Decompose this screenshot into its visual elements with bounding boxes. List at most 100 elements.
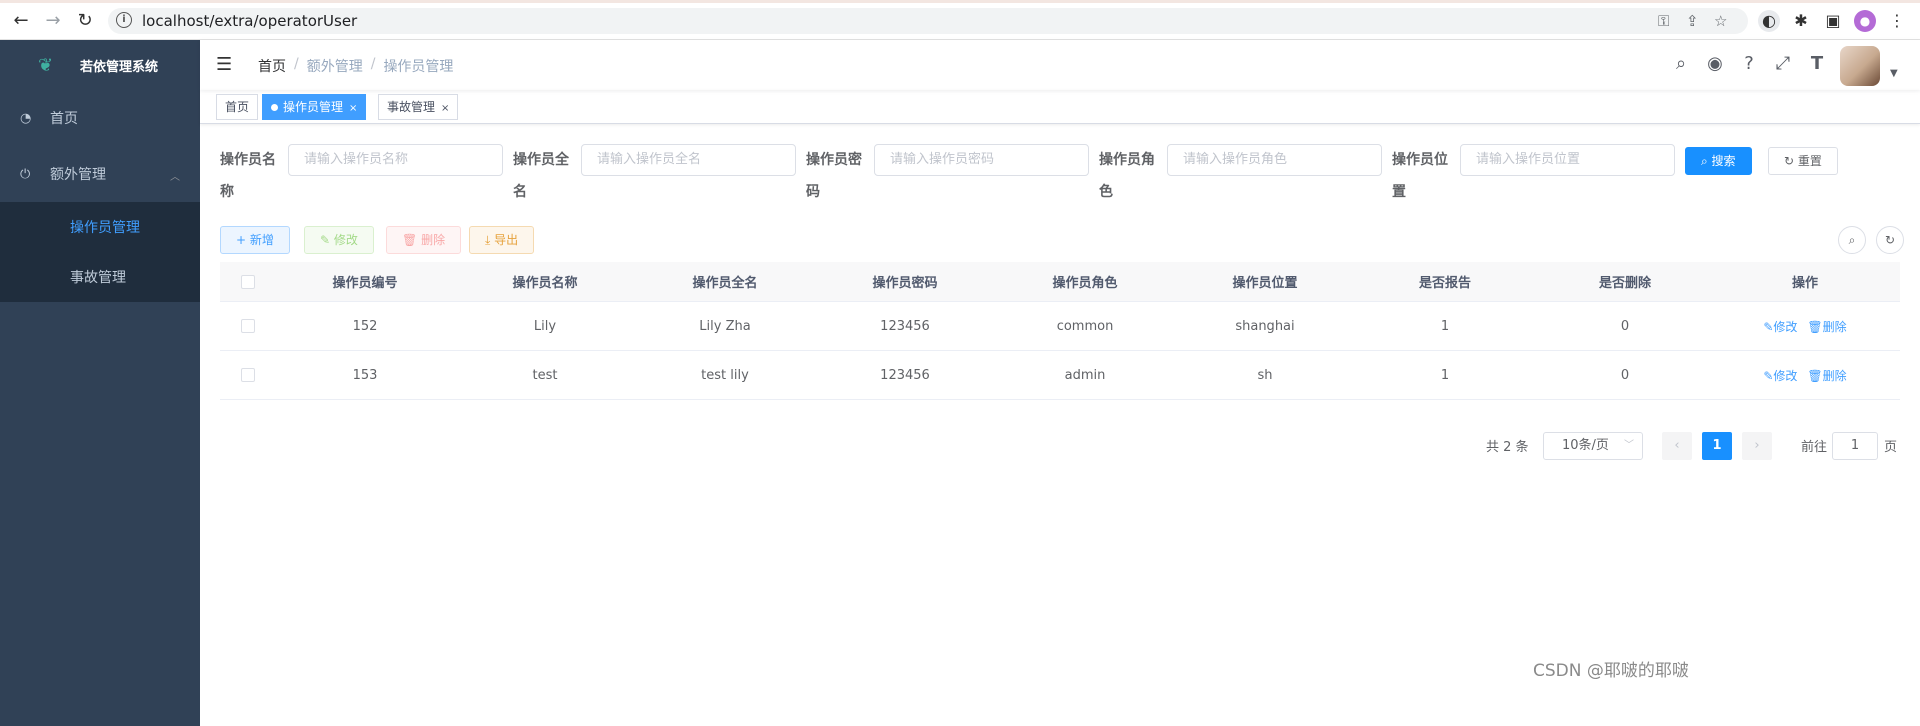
sidebar-item-operator[interactable]: 操作员管理 xyxy=(0,202,200,252)
sidebar-item-extra[interactable]: ⏻ 额外管理 ︿ xyxy=(0,146,200,202)
export-button[interactable]: ⤓ 导出 xyxy=(469,226,535,254)
delete-button-label: 删除 xyxy=(421,233,446,247)
operator-password-input[interactable]: 请输入操作员密码 xyxy=(874,144,1089,176)
column-header: 操作员角色 xyxy=(1052,276,1118,291)
row-checkbox[interactable] xyxy=(240,319,255,333)
operator-role-input[interactable]: 请输入操作员角色 xyxy=(1167,144,1382,176)
table-cell: 152 xyxy=(352,318,378,334)
font-size-icon[interactable]: T xyxy=(1806,53,1828,75)
chevron-down-icon: ﹀ xyxy=(1624,440,1634,451)
watermark: CSDN @耶啵的耶啵 xyxy=(1533,661,1689,681)
next-page-button[interactable]: › xyxy=(1742,432,1772,460)
sidebar-item-incident[interactable]: 事故管理 xyxy=(0,252,200,302)
forward-icon[interactable]: → xyxy=(42,10,64,32)
row-delete-link[interactable]: 🗑删除 xyxy=(1807,367,1846,384)
breadcrumb-home[interactable]: 首页 xyxy=(258,56,286,76)
tag-home[interactable]: 首页 xyxy=(216,94,259,120)
breadcrumb-separator: / xyxy=(370,56,376,72)
export-button-label: 导出 xyxy=(494,233,519,247)
search-button[interactable]: ⌕ 搜索 xyxy=(1685,147,1752,175)
help-icon[interactable]: ? xyxy=(1738,53,1760,75)
github-icon[interactable]: ◉ xyxy=(1704,53,1726,75)
row-delete-label: 删除 xyxy=(1822,368,1847,383)
app-title: 若依管理系统 xyxy=(80,59,159,75)
star-icon[interactable]: ☆ xyxy=(1714,12,1727,30)
download-icon: ⤓ xyxy=(485,233,495,247)
row-edit-label: 修改 xyxy=(1773,368,1798,383)
site-info-icon[interactable]: i xyxy=(116,12,132,28)
tag-incident[interactable]: 事故管理 × xyxy=(378,94,459,120)
trash-icon: 🗑 xyxy=(1807,319,1823,334)
avatar[interactable] xyxy=(1840,46,1880,86)
sidebar-item-home[interactable]: ◔ 首页 xyxy=(0,90,200,146)
row-edit-label: 修改 xyxy=(1773,319,1798,334)
share-icon[interactable]: ⇪ xyxy=(1686,12,1699,30)
sidebar-logo[interactable]: ❦ 若依管理系统 xyxy=(0,40,200,90)
edit-icon: ✎ xyxy=(320,233,334,247)
row-edit-link[interactable]: ✎修改 xyxy=(1763,367,1797,384)
add-button[interactable]: + 新增 xyxy=(220,226,290,254)
refresh-icon: ↻ xyxy=(1884,233,1896,247)
page-number-button[interactable]: 1 xyxy=(1702,432,1732,460)
column-header: 操作员名称 xyxy=(512,276,578,291)
row-delete-label: 删除 xyxy=(1822,319,1847,334)
table-cell: 123456 xyxy=(880,367,930,383)
goto-page-input[interactable]: 1 xyxy=(1832,432,1878,460)
key-icon[interactable]: ⚿ xyxy=(1658,12,1669,30)
operator-location-input[interactable]: 请输入操作员位置 xyxy=(1460,144,1675,176)
table-cell: Lily Zha xyxy=(699,318,751,334)
column-header: 操作员密码 xyxy=(872,276,938,291)
row-edit-link[interactable]: ✎修改 xyxy=(1763,318,1797,335)
table-row: 153 test test lily 123456 admin sh 1 0 ✎… xyxy=(220,351,1900,400)
reload-icon[interactable]: ↻ xyxy=(74,10,96,32)
table-cell: 0 xyxy=(1620,318,1630,334)
table-cell: 153 xyxy=(352,367,378,383)
tag-operator[interactable]: 操作员管理 × xyxy=(262,94,367,120)
menu-icon[interactable]: ⋮ xyxy=(1886,10,1908,32)
search-icon[interactable]: ⌕ xyxy=(1670,53,1692,75)
extension-icon[interactable]: ◐ xyxy=(1758,10,1780,32)
prev-page-button[interactable]: ‹ xyxy=(1662,432,1692,460)
close-icon[interactable]: × xyxy=(349,103,357,114)
close-icon[interactable]: × xyxy=(441,103,449,114)
hamburger-icon[interactable]: ☰ xyxy=(216,54,236,75)
table-cell: 0 xyxy=(1620,367,1630,383)
operator-name-input[interactable]: 请输入操作员名称 xyxy=(288,144,503,176)
row-checkbox[interactable] xyxy=(240,368,255,382)
page-size-select[interactable]: 10条/页 ﹀ xyxy=(1543,432,1643,460)
select-all-checkbox[interactable] xyxy=(240,274,255,289)
refresh-button[interactable]: ↻ xyxy=(1876,226,1904,254)
caret-down-icon[interactable]: ▼ xyxy=(1890,68,1898,79)
column-header: 操作员位置 xyxy=(1232,276,1298,291)
tag-label: 首页 xyxy=(225,100,250,114)
column-header: 操作员全名 xyxy=(692,276,758,291)
operator-fullname-input[interactable]: 请输入操作员全名 xyxy=(581,144,796,176)
edit-button[interactable]: ✎ 修改 xyxy=(304,226,374,254)
row-delete-link[interactable]: 🗑删除 xyxy=(1807,318,1846,335)
column-header: 操作 xyxy=(1791,276,1818,291)
delete-button[interactable]: 🗑 删除 xyxy=(386,226,462,254)
navbar: ☰ 首页 / 额外管理 / 操作员管理 ⌕ ◉ ? ⤢ T ▼ xyxy=(200,40,1920,90)
actions-cell: ✎修改 🗑删除 xyxy=(1715,302,1895,350)
plus-icon: + xyxy=(236,233,250,247)
breadcrumb-separator: / xyxy=(294,56,299,72)
table-row: 152 Lily Lily Zha 123456 common shanghai… xyxy=(220,302,1900,351)
sidepanel-icon[interactable]: ▣ xyxy=(1822,10,1844,32)
pagination-total: 共 2 条 xyxy=(1486,440,1529,455)
puzzle-icon[interactable]: ✱ xyxy=(1790,10,1812,32)
edit-button-label: 修改 xyxy=(333,233,358,247)
search-icon: ⌕ xyxy=(1701,154,1712,168)
address-bar[interactable]: i localhost/extra/operatorUser ⚿ ⇪ ☆ xyxy=(108,8,1748,34)
table-cell: test xyxy=(532,367,558,383)
dashboard-icon: ◔ xyxy=(20,110,32,126)
row-checkbox-cell xyxy=(220,351,275,399)
profile-icon[interactable]: ● xyxy=(1854,10,1876,32)
label-operator-location: 操作员位置 xyxy=(1392,152,1448,200)
tag-label: 事故管理 xyxy=(387,100,436,114)
sidebar-submenu: 操作员管理 事故管理 xyxy=(0,202,200,302)
back-icon[interactable]: ← xyxy=(10,10,32,32)
sidebar-item-label: 额外管理 xyxy=(50,167,106,183)
fullscreen-icon[interactable]: ⤢ xyxy=(1772,53,1794,75)
reset-button[interactable]: ↻ 重置 xyxy=(1768,147,1838,175)
toggle-search-button[interactable]: ⌕ xyxy=(1838,226,1866,254)
